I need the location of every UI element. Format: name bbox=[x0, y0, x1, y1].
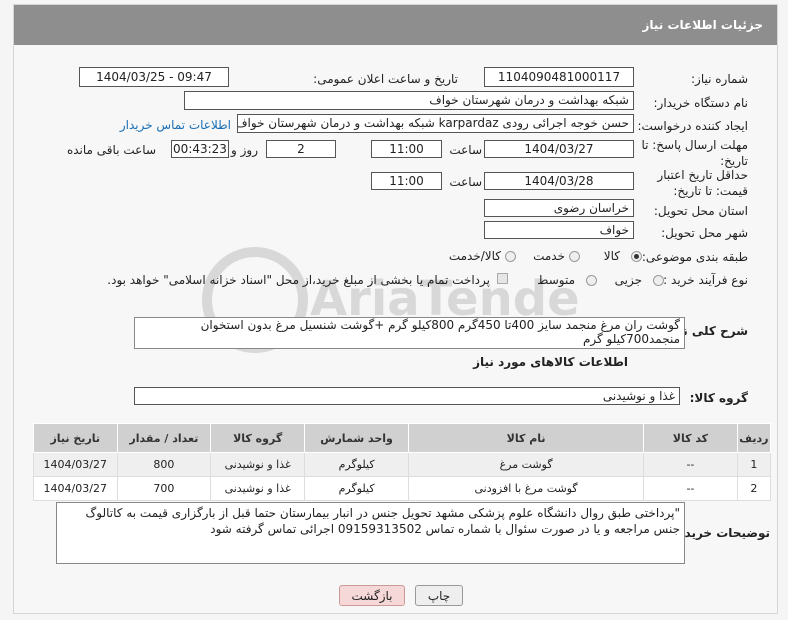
table-header-row: ردیف کد کالا نام کالا واحد شمارش گروه کا… bbox=[33, 423, 772, 453]
category-radio-both[interactable] bbox=[505, 251, 516, 262]
buyer-org-label: نام دستگاه خریدار: bbox=[653, 96, 749, 110]
city-label: شهر محل تحویل: bbox=[661, 226, 748, 240]
cell-code: -- bbox=[643, 476, 738, 501]
buyer-notes-textarea[interactable]: "پرداختی طبق روال دانشگاه علوم پزشکی مشه… bbox=[56, 502, 685, 564]
category-radio-goods[interactable] bbox=[631, 251, 642, 262]
col-unit: واحد شمارش bbox=[304, 423, 410, 453]
deadline-time-field: 11:00 bbox=[371, 140, 442, 158]
deadline-label: مهلت ارسال پاسخ: تا تاریخ: bbox=[641, 138, 748, 168]
announce-field: 1404/03/25 - 09:47 bbox=[79, 67, 229, 87]
cell-name: گوشت مرغ bbox=[408, 452, 645, 477]
process-radio-medium[interactable] bbox=[586, 275, 597, 286]
requester-field: حسن خوجه اجرائی رودی karpardaz شبکه بهدا… bbox=[237, 114, 634, 133]
announce-label: تاریخ و ساعت اعلان عمومی: bbox=[313, 72, 458, 86]
col-code: کد کالا bbox=[643, 423, 738, 453]
items-table: ردیف کد کالا نام کالا واحد شمارش گروه کا… bbox=[33, 423, 772, 501]
table-row: 1 -- گوشت مرغ کیلوگرم غذا و نوشیدنی 800 … bbox=[33, 452, 772, 477]
need-number-field: 1104090481000117 bbox=[484, 67, 634, 87]
buyer-contact-link[interactable]: اطلاعات تماس خریدار bbox=[120, 118, 231, 132]
category-option-service: خدمت bbox=[533, 249, 565, 263]
process-label: نوع فرآیند خرید : bbox=[663, 273, 748, 287]
cell-name: گوشت مرغ با افزودنی bbox=[408, 476, 645, 501]
days-label: روز و bbox=[231, 143, 258, 157]
cell-date: 1404/03/27 bbox=[33, 452, 118, 477]
deadline-date-field: 1404/03/27 bbox=[484, 140, 634, 158]
print-button[interactable]: چاپ bbox=[415, 585, 463, 606]
col-group: گروه کالا bbox=[210, 423, 306, 453]
remaining-time-label: ساعت باقی مانده bbox=[66, 143, 156, 157]
days-field: 2 bbox=[266, 140, 336, 158]
page-title: جزئیات اطلاعات نیاز bbox=[642, 18, 763, 32]
summary-textarea[interactable]: گوشت ران مرغ منجمد سایز 400تا 450گرم 800… bbox=[134, 317, 685, 349]
goods-info-title: اطلاعات کالاهای مورد نیاز bbox=[473, 355, 628, 369]
col-qty: تعداد / مقدار bbox=[116, 423, 212, 453]
category-radio-service[interactable] bbox=[569, 251, 580, 262]
process-radio-minor[interactable] bbox=[653, 275, 664, 286]
deadline-time-label: ساعت bbox=[449, 143, 482, 157]
province-field: خراسان رضوی bbox=[484, 199, 634, 217]
need-number-label: شماره نیاز: bbox=[691, 72, 748, 86]
process-option-medium: متوسط bbox=[537, 273, 575, 287]
col-row: ردیف bbox=[736, 423, 772, 453]
category-label: طبقه بندی موضوعی: bbox=[641, 250, 748, 264]
cell-row: 2 bbox=[736, 476, 772, 501]
validity-time-label: ساعت bbox=[449, 175, 482, 189]
cell-group: غذا و نوشیدنی bbox=[210, 452, 306, 477]
col-date: تاریخ نیاز bbox=[33, 423, 118, 453]
cell-date: 1404/03/27 bbox=[33, 476, 118, 501]
cell-code: -- bbox=[643, 452, 738, 477]
back-button[interactable]: بازگشت bbox=[339, 585, 405, 606]
cell-group: غذا و نوشیدنی bbox=[210, 476, 306, 501]
table-row: 2 -- گوشت مرغ با افزودنی کیلوگرم غذا و ن… bbox=[33, 476, 772, 501]
cell-unit: کیلوگرم bbox=[304, 452, 410, 477]
cell-qty: 800 bbox=[116, 452, 212, 477]
province-label: استان محل تحویل: bbox=[653, 204, 748, 218]
payment-note: پرداخت تمام یا بخشی از مبلغ خرید،از محل … bbox=[107, 273, 490, 287]
requester-label: ایجاد کننده درخواست: bbox=[637, 119, 748, 133]
cell-qty: 700 bbox=[116, 476, 212, 501]
validity-date-field: 1404/03/28 bbox=[484, 172, 634, 190]
col-name: نام کالا bbox=[408, 423, 645, 453]
city-field: خواف bbox=[484, 221, 634, 239]
treasury-checkbox[interactable] bbox=[497, 273, 508, 284]
buyer-org-field: شبکه بهداشت و درمان شهرستان خواف bbox=[184, 91, 634, 110]
category-option-both: کالا/خدمت bbox=[448, 249, 501, 263]
cell-unit: کیلوگرم bbox=[304, 476, 410, 501]
cell-row: 1 bbox=[736, 452, 772, 477]
goods-group-label: گروه کالا: bbox=[689, 391, 748, 405]
category-option-goods: کالا bbox=[603, 249, 620, 263]
remaining-time-field: 00:43:23 bbox=[171, 140, 229, 158]
validity-time-field: 11:00 bbox=[371, 172, 442, 190]
process-option-minor: جزیی bbox=[614, 273, 642, 287]
goods-group-field: غذا و نوشیدنی bbox=[134, 387, 680, 405]
min-validity-label: حداقل تاریخ اعتبار قیمت: تا تاریخ: bbox=[657, 168, 748, 198]
panel-header: جزئیات اطلاعات نیاز bbox=[14, 5, 777, 45]
